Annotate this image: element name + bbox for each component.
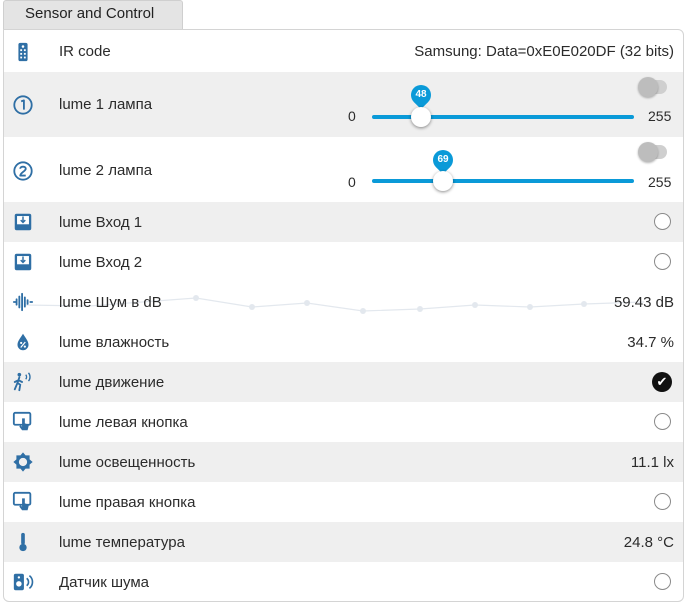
input-1-state-indicator	[654, 213, 671, 230]
motion-sensor-icon	[12, 371, 34, 393]
row-lume-noise-db: lume Шум в dB 59.43 dB	[4, 282, 683, 322]
slider-min: 0	[348, 108, 356, 124]
slider-min: 0	[348, 174, 356, 190]
temperature-value: 24.8 °C	[623, 534, 674, 551]
lamp-1-toggle[interactable]	[638, 77, 667, 97]
noise-sensor-state-indicator	[654, 573, 671, 590]
row-label: lume Шум в dB	[59, 294, 162, 311]
right-button-state-indicator	[654, 493, 671, 510]
row-lume-2-lamp: lume 2 лампа 0 69 255	[4, 137, 683, 202]
row-lume-input-1: lume Вход 1	[4, 202, 683, 242]
row-label: lume движение	[59, 374, 165, 391]
inbox-icon	[12, 251, 34, 273]
lamp-2-toggle[interactable]	[638, 142, 667, 162]
slider-max: 255	[648, 174, 672, 190]
row-lume-left-button: lume левая кнопка	[4, 402, 683, 442]
lamp-2-slider-track[interactable]	[372, 179, 634, 183]
row-label: lume 1 лампа	[59, 96, 153, 113]
input-2-state-indicator	[654, 253, 671, 270]
left-button-state-indicator	[654, 413, 671, 430]
row-lume-illuminance: lume освещенность 11.1 lx	[4, 442, 683, 482]
row-label: lume освещенность	[59, 454, 196, 471]
row-label: IR code	[59, 43, 111, 60]
row-ir-code: IR code Samsung: Data=0xE0E020DF (32 bit…	[4, 30, 683, 72]
tab-sensor-and-control[interactable]: Sensor and Control	[3, 0, 183, 29]
row-lume-motion: lume движение ✔	[4, 362, 683, 402]
lamp-2-slider-thumb[interactable]	[432, 171, 453, 191]
inbox-icon	[12, 211, 34, 233]
circle-2-icon	[12, 160, 34, 182]
row-lume-humidity: lume влажность 34.7 %	[4, 322, 683, 362]
row-lume-temperature: lume температура 24.8 °C	[4, 522, 683, 562]
humidity-value: 34.7 %	[627, 334, 674, 351]
lamp-1-slider-value-pin: 48	[407, 80, 436, 110]
waveform-icon	[12, 291, 34, 313]
row-label: lume Вход 2	[59, 254, 143, 271]
brightness-icon	[12, 451, 34, 473]
row-label: lume левая кнопка	[59, 414, 188, 431]
row-noise-sensor: Датчик шума	[4, 562, 683, 601]
slider-max: 255	[648, 108, 672, 124]
row-label: Датчик шума	[59, 574, 149, 591]
row-label: lume Вход 1	[59, 214, 143, 231]
row-lume-right-button: lume правая кнопка	[4, 482, 683, 522]
noise-value: 59.43 dB	[613, 294, 674, 311]
lamp-1-slider-thumb[interactable]	[411, 107, 432, 127]
row-lume-input-2: lume Вход 2	[4, 242, 683, 282]
entities-card: IR code Samsung: Data=0xE0E020DF (32 bit…	[3, 29, 684, 602]
row-label: lume правая кнопка	[59, 494, 196, 511]
row-lume-1-lamp: lume 1 лампа 0 48 255	[4, 72, 683, 137]
circle-1-icon	[12, 94, 34, 116]
gesture-tap-icon	[12, 491, 34, 513]
thermometer-icon	[12, 531, 34, 553]
lamp-2-slider-value-pin: 69	[428, 145, 458, 175]
gesture-tap-icon	[12, 411, 34, 433]
row-label: lume влажность	[59, 334, 170, 351]
remote-icon	[12, 41, 34, 63]
motion-checked-icon: ✔	[652, 372, 672, 392]
row-label: lume 2 лампа	[59, 162, 153, 179]
water-percent-icon	[12, 331, 34, 353]
ir-code-value: Samsung: Data=0xE0E020DF (32 bits)	[414, 43, 674, 60]
speaker-icon	[12, 571, 34, 593]
illuminance-value: 11.1 lx	[630, 454, 674, 471]
row-label: lume температура	[59, 534, 185, 551]
